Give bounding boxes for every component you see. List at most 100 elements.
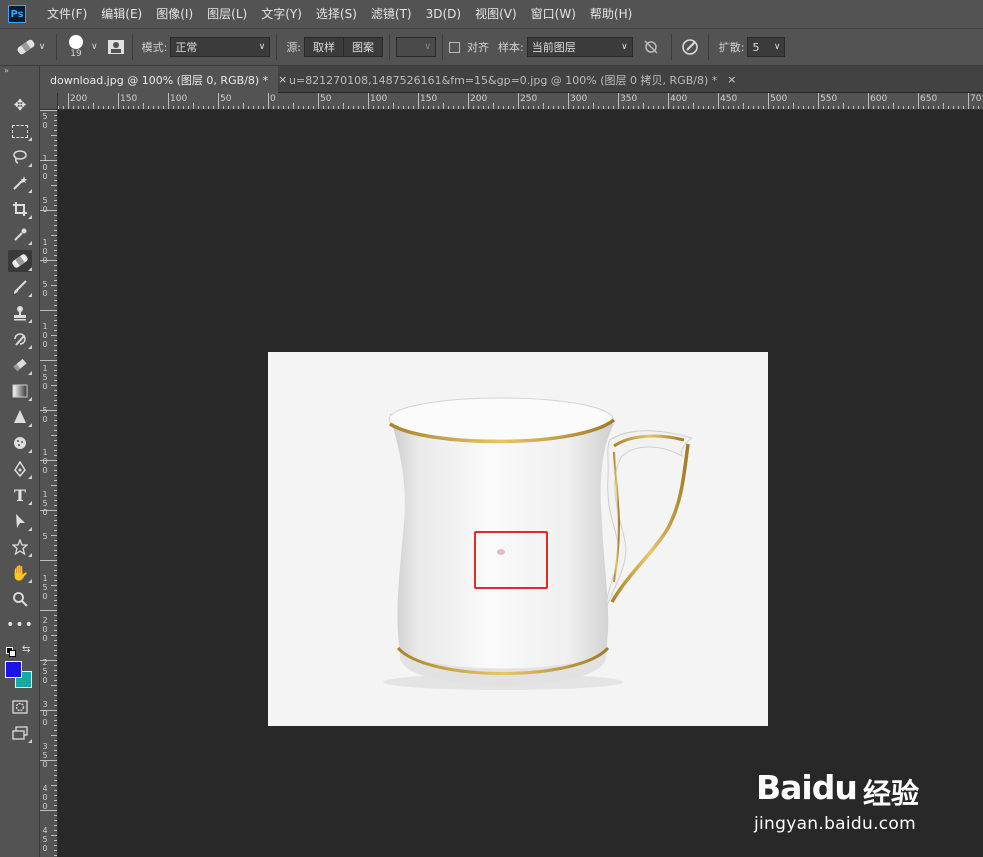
ruler-label: 1 0 0 xyxy=(42,238,48,265)
default-colors-icon[interactable] xyxy=(6,647,16,657)
crop-icon xyxy=(13,202,27,216)
foreground-color-swatch[interactable] xyxy=(5,661,22,678)
ruler-tick xyxy=(54,375,57,376)
marquee-icon xyxy=(12,124,28,138)
ruler-tick xyxy=(758,106,759,109)
history-brush-tool[interactable] xyxy=(8,328,32,350)
watermark-brand: Baidu xyxy=(756,768,858,807)
ruler-tick xyxy=(54,140,57,141)
menu-edit[interactable]: 编辑(E) xyxy=(94,0,149,28)
dodge-tool[interactable] xyxy=(8,432,32,454)
ruler-tick xyxy=(788,106,789,109)
tool-preset-picker[interactable]: ∨ xyxy=(10,38,50,56)
source-sampled-button[interactable]: 取样 xyxy=(304,37,345,57)
ruler-tick xyxy=(153,106,154,109)
menu-file[interactable]: 文件(F) xyxy=(40,0,94,28)
ruler-tick xyxy=(54,555,57,556)
highlight-rectangle xyxy=(474,531,548,589)
magic-wand-icon xyxy=(13,176,27,190)
source-pattern-button[interactable]: 图案 xyxy=(344,37,384,57)
ruler-tick xyxy=(54,240,57,241)
ruler-tick xyxy=(413,106,414,109)
swap-colors-icon[interactable]: ⇆ xyxy=(22,644,30,655)
eyedropper-tool[interactable] xyxy=(8,224,32,246)
menu-window[interactable]: 窗口(W) xyxy=(524,0,583,28)
pattern-picker[interactable]: ∨ xyxy=(396,37,437,57)
ruler-tick xyxy=(54,695,57,696)
path-selection-tool[interactable] xyxy=(8,510,32,532)
menu-help[interactable]: 帮助(H) xyxy=(583,0,639,28)
ruler-tick xyxy=(54,230,57,231)
tab-copy-jpg[interactable]: u=821270108,1487526161&fm=15&gp=0.jpg @ … xyxy=(279,66,746,93)
pen-tool[interactable] xyxy=(8,458,32,480)
spot-healing-brush-tool[interactable] xyxy=(8,250,32,272)
ruler-tick xyxy=(54,280,57,281)
diffusion-value: 5 xyxy=(752,40,760,54)
ruler-label: 70 xyxy=(970,94,982,104)
chevron-down-icon: ∨ xyxy=(424,42,432,52)
ruler-tick xyxy=(54,680,57,681)
screen-mode-button[interactable] xyxy=(8,722,32,744)
mode-select[interactable]: 正常 ∨ xyxy=(170,37,271,57)
move-tool[interactable]: ✥ xyxy=(8,94,32,116)
sample-select[interactable]: 当前图层 ∨ xyxy=(526,37,633,57)
ruler-tick xyxy=(503,106,504,109)
ruler-tick xyxy=(54,595,57,596)
custom-shape-tool[interactable] xyxy=(8,536,32,558)
ruler-tick xyxy=(903,106,904,109)
ruler-tick xyxy=(753,106,754,109)
horizontal-ruler[interactable]: 200 150 100 50 0 50 100 150 200 250 300 350 400 450 50… xyxy=(58,93,983,110)
brush-size-picker[interactable]: 19 ∨ xyxy=(69,35,98,59)
pressure-size-button[interactable] xyxy=(106,39,126,55)
tab-download-jpg[interactable]: download.jpg @ 100% (图层 0, RGB/8) * × xyxy=(40,66,287,93)
ruler-tick xyxy=(858,106,859,109)
menu-3d[interactable]: 3D(D) xyxy=(419,0,468,28)
type-tool[interactable]: T xyxy=(8,484,32,506)
ruler-tick xyxy=(54,830,57,831)
menu-type[interactable]: 文字(Y) xyxy=(254,0,309,28)
pressure-button[interactable] xyxy=(678,38,702,56)
blur-tool[interactable] xyxy=(8,406,32,428)
ruler-tick xyxy=(698,106,699,109)
menu-select[interactable]: 选择(S) xyxy=(309,0,364,28)
menu-image[interactable]: 图像(I) xyxy=(149,0,200,28)
ruler-tick xyxy=(40,110,57,111)
ruler-tick xyxy=(54,345,57,346)
lasso-icon xyxy=(13,150,27,164)
quick-mask-button[interactable] xyxy=(8,696,32,718)
ruler-origin[interactable] xyxy=(40,93,58,110)
hand-tool[interactable]: ✋ xyxy=(8,562,32,584)
clone-stamp-tool[interactable] xyxy=(8,302,32,324)
vertical-ruler[interactable]: 5 0 1 0 0 5 0 1 0 0 5 0 1 0 0 1 5 0 5 0 1 0 0 1 5… xyxy=(40,110,58,857)
ruler-tick xyxy=(623,106,624,109)
ruler-tick xyxy=(168,93,169,109)
marquee-tool[interactable] xyxy=(8,120,32,142)
close-icon[interactable]: × xyxy=(727,73,736,86)
gradient-tool[interactable] xyxy=(8,380,32,402)
ignore-adjustment-layers-button[interactable] xyxy=(637,39,665,55)
eraser-tool[interactable] xyxy=(8,354,32,376)
aligned-checkbox[interactable]: 对齐 xyxy=(449,39,492,55)
brush-tool[interactable] xyxy=(8,276,32,298)
menu-view[interactable]: 视图(V) xyxy=(468,0,524,28)
ruler-label: 1 5 0 xyxy=(42,574,48,601)
zoom-tool[interactable] xyxy=(8,588,32,610)
ruler-tick xyxy=(54,215,57,216)
ruler-tick xyxy=(148,106,149,109)
menu-layer[interactable]: 图层(L) xyxy=(200,0,254,28)
ruler-tick xyxy=(118,93,119,109)
ruler-tick xyxy=(54,520,57,521)
ruler-tick xyxy=(54,665,57,666)
ruler-tick xyxy=(54,340,57,341)
magic-wand-tool[interactable] xyxy=(8,172,32,194)
ruler-tick xyxy=(828,106,829,109)
ruler-tick xyxy=(54,150,57,151)
ruler-tick xyxy=(818,93,819,109)
panel-collapse-icon[interactable]: » xyxy=(4,66,9,75)
diffusion-select[interactable]: 5 ∨ xyxy=(747,37,786,57)
lasso-tool[interactable] xyxy=(8,146,32,168)
menu-filter[interactable]: 滤镜(T) xyxy=(364,0,419,28)
crop-tool[interactable] xyxy=(8,198,32,220)
ruler-tick xyxy=(54,420,57,421)
more-tools[interactable]: ••• xyxy=(6,614,33,636)
